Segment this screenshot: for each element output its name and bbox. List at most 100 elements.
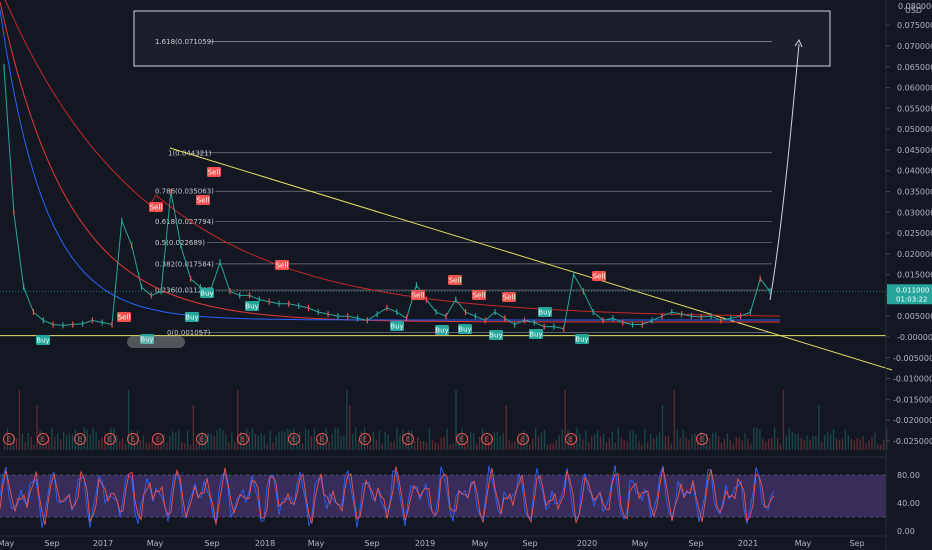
y-tick-label: 0.050000 bbox=[897, 125, 932, 134]
volume-bar bbox=[611, 431, 613, 450]
volume-bar bbox=[853, 440, 855, 450]
x-tick-label: Sep bbox=[44, 539, 59, 548]
price-series[interactable] bbox=[3, 66, 771, 330]
volume-bar bbox=[414, 441, 416, 450]
signal-label: Sell bbox=[208, 169, 221, 177]
volume-bar bbox=[667, 436, 670, 450]
volume-bar bbox=[21, 433, 23, 450]
volume-bar bbox=[355, 427, 357, 450]
volume-bar bbox=[709, 437, 711, 450]
signal-label: Sell bbox=[276, 262, 289, 270]
volume-bar bbox=[638, 440, 640, 450]
earnings-label: E bbox=[460, 436, 464, 444]
y-tick-label: 0.035000 bbox=[897, 188, 932, 197]
volume-bar bbox=[172, 431, 174, 450]
volume-bar bbox=[352, 434, 354, 450]
volume-bar bbox=[815, 435, 817, 450]
volume-bar bbox=[673, 390, 675, 450]
x-tick-label: May bbox=[147, 539, 164, 548]
volume-bar bbox=[36, 405, 38, 450]
volume-bar bbox=[393, 440, 395, 450]
volume-bar bbox=[381, 443, 383, 450]
volume-bar bbox=[113, 428, 115, 450]
volume-bar bbox=[532, 438, 534, 450]
volume-bar bbox=[63, 431, 65, 450]
oscillator-tick-label: 80.00 bbox=[897, 471, 920, 480]
y-tick-label: 0.070000 bbox=[897, 42, 932, 51]
volume-bar bbox=[874, 432, 876, 450]
volume-bar bbox=[169, 435, 171, 450]
volume-bar bbox=[95, 431, 97, 450]
earnings-label: E bbox=[156, 436, 160, 444]
volume-bar bbox=[605, 442, 608, 450]
volume-bar bbox=[248, 431, 251, 450]
volume-bar bbox=[231, 432, 233, 450]
volume-bar bbox=[390, 441, 392, 450]
volume-bar bbox=[325, 427, 327, 450]
volume-bar bbox=[859, 439, 861, 450]
volume-bar bbox=[647, 442, 649, 450]
volume-bar bbox=[750, 444, 752, 450]
volume-bar bbox=[862, 436, 864, 450]
price-axis[interactable]: 0.0800000.0750000.0700000.0650000.060000… bbox=[885, 0, 932, 550]
y-tick-label: 0.060000 bbox=[897, 84, 932, 93]
earnings-label: E bbox=[78, 436, 82, 444]
volume-bar bbox=[650, 433, 652, 450]
volume-bar bbox=[266, 443, 268, 450]
volume-bar bbox=[42, 444, 44, 450]
volume-bar bbox=[440, 437, 442, 450]
oscillator-panel[interactable] bbox=[0, 456, 886, 528]
earnings-label: E bbox=[200, 436, 204, 444]
volume-bar bbox=[27, 432, 29, 450]
signal-label: Buy bbox=[575, 336, 588, 344]
signal-label: Sell bbox=[473, 292, 486, 300]
volume-bar bbox=[470, 431, 472, 450]
volume-bar bbox=[434, 442, 436, 450]
fib-extension-box[interactable] bbox=[133, 10, 831, 67]
volume-bar bbox=[428, 428, 431, 450]
volume-bar bbox=[830, 433, 832, 450]
volume-bar bbox=[207, 432, 209, 450]
volume-bar bbox=[369, 444, 372, 450]
volume-bar bbox=[540, 432, 543, 450]
volume-bar bbox=[251, 428, 254, 450]
chart[interactable]: 1.618(0.071059) 1(0.044321) 0.786(0.035063… bbox=[0, 0, 932, 550]
volume-bar bbox=[192, 405, 195, 450]
volume-bar bbox=[514, 441, 516, 450]
signal-label: Sell bbox=[118, 314, 131, 322]
volume-bar bbox=[281, 430, 283, 450]
volume-bar bbox=[670, 443, 672, 450]
volume-bar bbox=[260, 433, 262, 450]
volume-bar bbox=[83, 427, 85, 450]
volume-bar bbox=[18, 390, 21, 450]
volume-bar bbox=[776, 437, 779, 450]
y-tick-label: -0.005000 bbox=[893, 354, 932, 363]
signal-label: Buy bbox=[489, 332, 502, 340]
volume-bar bbox=[234, 441, 236, 450]
volume-bar bbox=[865, 443, 867, 450]
volume-bar bbox=[797, 433, 799, 450]
volume-bar bbox=[419, 440, 422, 450]
highlight-mark bbox=[127, 336, 185, 348]
x-tick-label: May bbox=[308, 539, 325, 548]
volume-bar bbox=[101, 437, 103, 450]
volume-bar bbox=[788, 427, 790, 450]
volume-bar bbox=[835, 438, 838, 450]
volume-bar bbox=[591, 436, 593, 450]
volume-bar bbox=[726, 433, 729, 450]
volume-bar bbox=[871, 437, 873, 450]
volume-bar bbox=[596, 430, 599, 450]
x-tick-label: Sep bbox=[522, 539, 537, 548]
volume-bar bbox=[585, 430, 587, 450]
x-tick-label: 2017 bbox=[93, 539, 113, 548]
volume-bar bbox=[358, 440, 360, 450]
price-panel[interactable]: 1.618(0.071059) 1(0.044321) 0.786(0.035063… bbox=[0, 0, 893, 450]
y-tick-label: 0.055000 bbox=[897, 104, 932, 113]
volume-bar bbox=[546, 444, 549, 450]
volume-bar bbox=[269, 430, 271, 450]
volume-bar bbox=[782, 390, 785, 450]
volume-bar bbox=[334, 427, 336, 450]
time-axis[interactable]: May Sep 2017 May Sep 2018 May Sep 2019 May Sep 2020… bbox=[0, 535, 886, 548]
volume-bar bbox=[635, 434, 637, 450]
x-tick-label: May bbox=[795, 539, 812, 548]
